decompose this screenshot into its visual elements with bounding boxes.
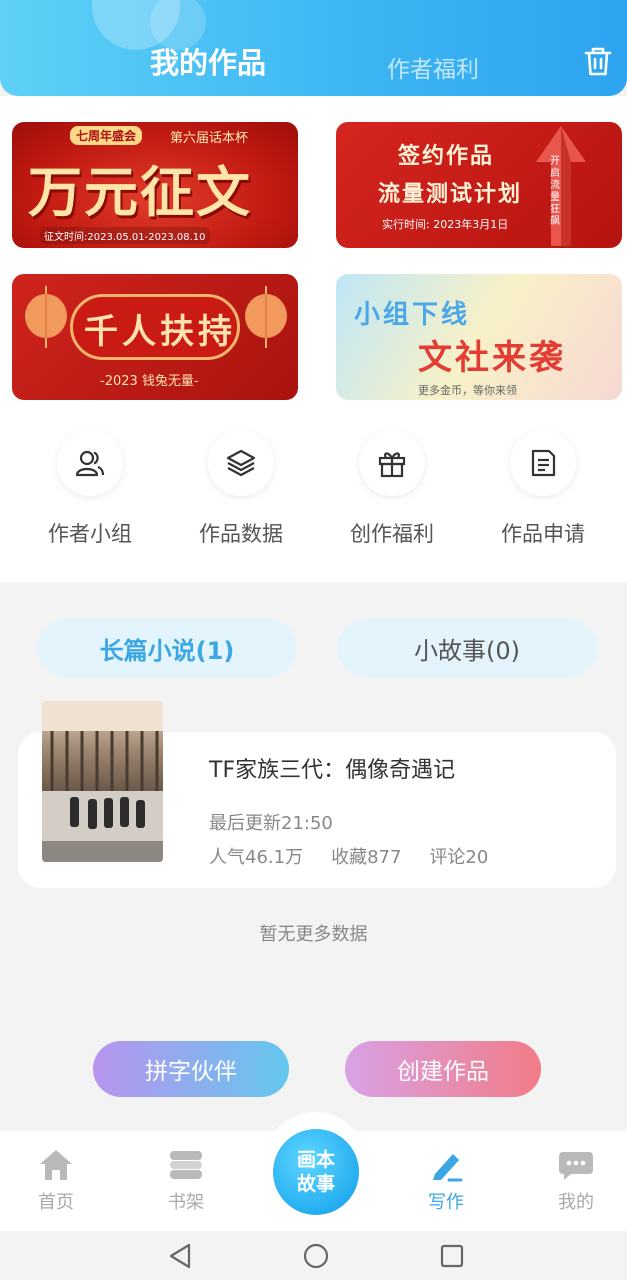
tab-my-works[interactable]: 我的作品 <box>150 40 266 82</box>
layers-icon <box>208 430 274 496</box>
header-bar: 我的作品 作者福利 <box>0 0 627 96</box>
lantern-icon <box>25 286 67 348</box>
trash-icon[interactable] <box>583 45 613 77</box>
banner-badge: 七周年盛会 <box>70 126 143 145</box>
recents-icon[interactable] <box>440 1244 464 1268</box>
back-icon[interactable] <box>168 1243 192 1269</box>
document-icon <box>510 430 576 496</box>
banner-literary-club[interactable]: 小组下线 文社来袭 更多金币，等你来领 <box>336 274 622 400</box>
grid-label: 创作福利 <box>350 522 434 546</box>
grid-label: 作品数据 <box>199 522 283 546</box>
work-popularity: 人气46.1万 <box>209 847 304 868</box>
banner-line2: 流量测试计划 <box>378 181 523 207</box>
grid-creation-benefits[interactable]: 创作福利 <box>332 430 452 548</box>
gift-icon <box>359 430 425 496</box>
banner-subtitle: 更多金币，等你来领 <box>418 384 517 397</box>
banner-title: 千人扶持 <box>84 312 236 352</box>
grid-label: 作者小组 <box>48 522 132 546</box>
system-nav-bar <box>0 1231 627 1280</box>
nav-label: 写作 <box>428 1192 464 1213</box>
bookshelf-icon <box>146 1148 226 1182</box>
work-cover-image[interactable] <box>42 701 163 862</box>
banner-line1: 签约作品 <box>398 143 495 169</box>
work-comments: 评论20 <box>429 847 489 868</box>
pen-icon <box>406 1148 486 1182</box>
no-more-data-text: 暂无更多数据 <box>259 924 368 945</box>
work-stats: 人气46.1万 收藏877 评论20 <box>209 843 488 869</box>
grid-author-group[interactable]: 作者小组 <box>30 430 150 548</box>
banner-line1: 小组下线 <box>354 300 471 330</box>
nav-label: 我的 <box>558 1192 594 1213</box>
tab-long-novel[interactable]: 长篇小说(1) <box>37 619 297 677</box>
work-title[interactable]: TF家族三代：偶像奇遇记 <box>209 752 455 784</box>
banner-date: 实行时间: 2023年3月1日 <box>382 218 509 231</box>
lantern-icon <box>245 286 287 348</box>
create-work-button[interactable]: 创建作品 <box>345 1041 541 1097</box>
banner-side-text: 开启流量狂飙 <box>550 156 560 227</box>
chat-icon <box>536 1148 616 1182</box>
home-icon <box>16 1148 96 1182</box>
banner-date: 征文时间:2023.05.01-2023.08.10 <box>40 227 210 244</box>
grid-work-data[interactable]: 作品数据 <box>181 430 301 548</box>
tab-author-benefits[interactable]: 作者福利 <box>387 50 479 84</box>
banner-signed-works[interactable]: 签约作品 流量测试计划 实行时间: 2023年3月1日 开启流量狂飙 <box>336 122 622 248</box>
work-last-updated: 最后更新21:50 <box>209 813 333 834</box>
tab-short-story[interactable]: 小故事(0) <box>337 619 597 677</box>
nav-bookshelf[interactable]: 书架 <box>146 1148 226 1214</box>
grid-work-application[interactable]: 作品申请 <box>483 430 603 548</box>
users-icon <box>57 430 123 496</box>
nav-label: 书架 <box>168 1192 204 1213</box>
nav-label: 首页 <box>38 1192 74 1213</box>
banner-subtitle: -2023 钱兔无量- <box>100 374 199 389</box>
picture-story-button[interactable]: 画本 故事 <box>273 1129 359 1215</box>
grid-label: 作品申请 <box>501 522 585 546</box>
nav-write[interactable]: 写作 <box>406 1148 486 1214</box>
banner-subtitle: 第六届话本杯 <box>170 131 249 146</box>
home-circle-icon[interactable] <box>303 1243 329 1269</box>
banner-support[interactable]: 千人扶持 -2023 钱兔无量- <box>12 274 298 400</box>
banner-title: 万元征文 <box>28 160 252 224</box>
nav-mine[interactable]: 我的 <box>536 1148 616 1214</box>
banner-line2: 文社来袭 <box>418 338 566 378</box>
partner-button[interactable]: 拼字伙伴 <box>93 1041 289 1097</box>
work-favorites: 收藏877 <box>331 847 402 868</box>
nav-home[interactable]: 首页 <box>16 1148 96 1214</box>
banner-essay-contest[interactable]: 七周年盛会 第六届话本杯 万元征文 征文时间:2023.05.01-2023.0… <box>12 122 298 248</box>
